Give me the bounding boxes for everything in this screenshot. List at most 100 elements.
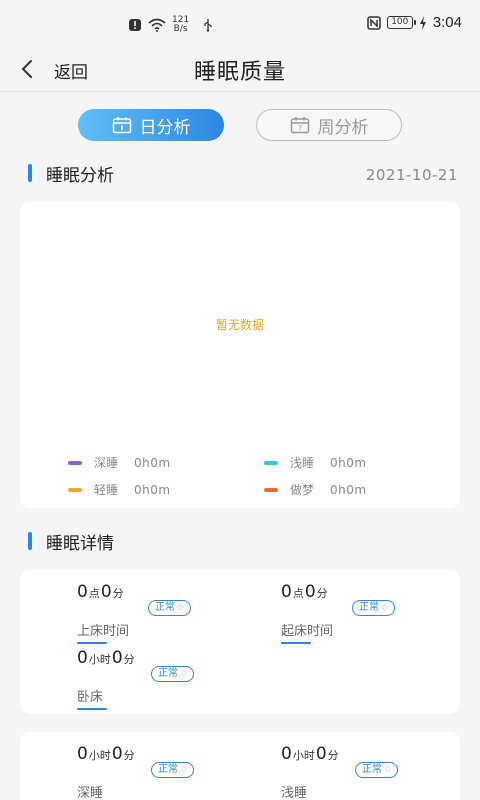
legend-name: 做梦 xyxy=(290,483,315,497)
wakeup-hour: 0 xyxy=(281,582,292,602)
bedtime-minute: 0 xyxy=(100,582,112,602)
details-title: 睡眠详情 xyxy=(46,533,114,554)
legend-swatch xyxy=(68,460,82,465)
section-accent-bar xyxy=(28,164,32,182)
tab-week-analysis[interactable]: 7 周分析 xyxy=(256,109,402,141)
page-title: 睡眠质量 xyxy=(193,60,286,85)
light-hours: 0 xyxy=(281,744,292,764)
tab-day-label: 日分析 xyxy=(139,117,191,138)
wakeup-minute: 0 xyxy=(304,582,316,602)
light-sleep-value: 0 小时 0 分 xyxy=(281,744,451,764)
analysis-title: 睡眠分析 xyxy=(46,165,114,186)
deep-sleep-metric: 0 小时 0 分 正常 ♢ 深睡 xyxy=(77,744,277,800)
section-accent-bar xyxy=(28,532,32,550)
legend-value: 0h0m xyxy=(330,455,367,470)
legend-light: 浅睡 0h0m xyxy=(264,454,367,471)
legend-swatch xyxy=(264,460,278,465)
bedtime-value: 0 点 0 分 xyxy=(77,582,277,602)
sleep-chart-card: 暂无数据 深睡 0h0m 浅睡 0h0m 轻睡 0h0m 做梦 0h0m xyxy=(20,202,460,508)
inbed-hours: 0 xyxy=(77,648,88,668)
status-badge[interactable]: 正常 ♢ xyxy=(148,600,192,616)
label-underline xyxy=(77,642,107,644)
wakeup-label: 起床时间 xyxy=(281,624,334,639)
analysis-date: 2021-10-21 xyxy=(365,166,458,184)
usb-icon xyxy=(204,19,212,32)
wakeup-value: 0 点 0 分 xyxy=(281,582,451,602)
badge-label: 正常 xyxy=(158,764,178,775)
legend-name: 浅睡 xyxy=(290,456,315,470)
badge-label: 正常 xyxy=(155,602,175,613)
unit-fen: 分 xyxy=(123,653,135,666)
battery-indicator: 100 xyxy=(386,16,416,29)
clock: 3:04 xyxy=(432,14,462,31)
deep-minutes: 0 xyxy=(111,744,123,764)
chevron-down-icon: ♢ xyxy=(381,603,389,612)
legend-dream: 做梦 0h0m xyxy=(264,481,367,498)
status-bar: 121 B/s 100 3:04 xyxy=(0,0,480,48)
calendar-week-icon: 7 xyxy=(290,117,309,134)
inbed-metric: 0 小时 0 分 正常 ♢ 卧床 xyxy=(77,648,277,712)
alert-icon xyxy=(129,19,141,31)
no-data-message: 暂无数据 xyxy=(215,318,264,332)
light-sleep-metric: 0 小时 0 分 正常 ♢ 浅睡 xyxy=(281,744,451,800)
wifi-icon xyxy=(148,18,166,32)
bedtime-metric: 0 点 0 分 正常 ♢ 上床时间 xyxy=(77,582,277,646)
badge-label: 正常 xyxy=(359,602,379,613)
light-sleep-label: 浅睡 xyxy=(281,786,308,800)
light-minutes: 0 xyxy=(315,744,327,764)
legend-value: 0h0m xyxy=(134,455,171,470)
app-header: 返回 睡眠质量 xyxy=(0,48,480,92)
inbed-label: 卧床 xyxy=(77,690,104,705)
tab-day-analysis[interactable]: 日分析 xyxy=(78,109,224,141)
deep-sleep-value: 0 小时 0 分 xyxy=(77,744,277,764)
unit-xiaoshi: 小时 xyxy=(292,749,315,762)
label-underline xyxy=(281,642,311,644)
status-badge[interactable]: 正常 ♢ xyxy=(151,666,195,682)
status-badge[interactable]: 正常 ♢ xyxy=(352,600,396,616)
charging-icon xyxy=(419,15,426,30)
badge-label: 正常 xyxy=(362,764,382,775)
tab-week-label: 周分析 xyxy=(317,117,369,138)
badge-label: 正常 xyxy=(158,668,178,679)
header-divider xyxy=(0,91,480,92)
bedtime-hour: 0 xyxy=(77,582,88,602)
inbed-value: 0 小时 0 分 xyxy=(77,648,277,668)
legend-name: 轻睡 xyxy=(94,483,119,497)
legend-name: 深睡 xyxy=(94,456,119,470)
chevron-down-icon: ♢ xyxy=(180,765,188,774)
unit-fen: 分 xyxy=(123,749,135,762)
nfc-icon xyxy=(367,15,381,30)
status-badge[interactable]: 正常 ♢ xyxy=(151,762,195,778)
legend-deep: 深睡 0h0m xyxy=(68,454,171,471)
legend-value: 0h0m xyxy=(330,482,367,497)
details-section-header: 睡眠详情 xyxy=(28,530,114,554)
legend-swatch xyxy=(264,487,278,492)
unit-xiaoshi: 小时 xyxy=(88,653,111,666)
chevron-down-icon: ♢ xyxy=(177,603,185,612)
legend-shallow: 轻睡 0h0m xyxy=(68,481,171,498)
bedtime-label: 上床时间 xyxy=(77,624,130,639)
chevron-down-icon: ♢ xyxy=(180,669,188,678)
unit-fen: 分 xyxy=(112,587,124,600)
network-speed-unit: B/s xyxy=(173,24,188,34)
status-right: 100 3:04 xyxy=(367,14,462,31)
unit-fen: 分 xyxy=(316,587,328,600)
unit-dian: 点 xyxy=(292,587,304,600)
unit-xiaoshi: 小时 xyxy=(88,749,111,762)
label-underline xyxy=(77,708,107,710)
deep-hours: 0 xyxy=(77,744,88,764)
legend-swatch xyxy=(68,487,82,492)
inbed-minutes: 0 xyxy=(111,648,123,668)
status-left: 121 B/s xyxy=(128,16,215,34)
calendar-week-digit: 7 xyxy=(297,125,301,133)
chevron-down-icon: ♢ xyxy=(384,765,392,774)
unit-fen: 分 xyxy=(327,749,339,762)
status-badge[interactable]: 正常 ♢ xyxy=(355,762,399,778)
calendar-icon xyxy=(112,117,131,134)
sleep-details-card: 0 点 0 分 正常 ♢ 上床时间 0 点 0 分 正常 ♢ 起床时间 0 小时 0… xyxy=(20,570,460,714)
wakeup-metric: 0 点 0 分 正常 ♢ 起床时间 xyxy=(281,582,451,646)
sleep-stages-card: 0 小时 0 分 正常 ♢ 深睡 0 小时 0 分 正常 ♢ 浅睡 xyxy=(20,732,460,800)
analysis-section-header: 睡眠分析 xyxy=(28,162,114,186)
deep-sleep-label: 深睡 xyxy=(77,786,104,800)
legend-value: 0h0m xyxy=(134,482,171,497)
